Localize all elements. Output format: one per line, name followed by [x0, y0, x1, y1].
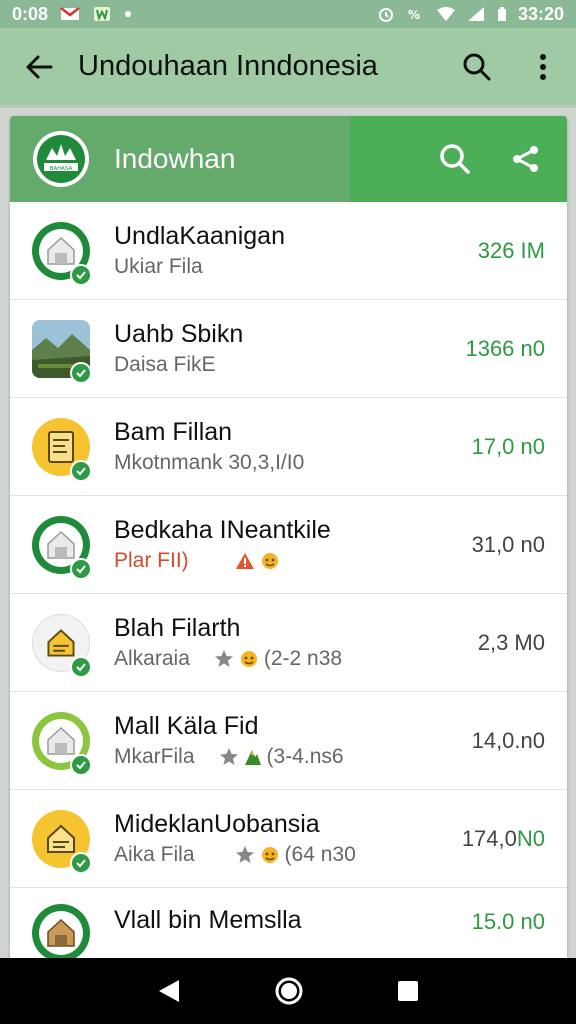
brand-logo: BAHASA — [33, 131, 89, 187]
verified-badge-icon — [70, 851, 92, 874]
item-thumbnail — [32, 515, 92, 580]
search-icon — [463, 53, 491, 80]
download-card: BAHASA Indowhan UndlaKaanigan Ukiar Fila… — [10, 116, 567, 976]
status-time-right: 33:20 — [517, 3, 564, 24]
list-item[interactable]: Bam Fillan Mkotnmank 30,3,I/I0 17,0 n0 — [10, 398, 567, 496]
gmail-icon — [60, 7, 80, 20]
nav-recents-icon[interactable] — [397, 980, 419, 1002]
signal-icon — [467, 7, 484, 21]
item-size: 2,3 M0 — [477, 630, 545, 655]
brand-logo-text: BAHASA — [50, 166, 73, 172]
item-subtitle: Aika Fila — [114, 842, 195, 866]
verified-badge-icon — [70, 459, 92, 482]
item-subtitle: MkarFila — [114, 744, 195, 768]
warning-icon — [235, 552, 254, 569]
brand-area: BAHASA Indowhan — [10, 116, 350, 202]
back-button[interactable] — [0, 27, 78, 107]
dot-icon — [125, 11, 132, 17]
item-size: 31,0 n0 — [471, 532, 545, 557]
card-toolbar — [350, 116, 567, 202]
item-subtitle: Mkotnmank 30,3,I/I0 — [114, 450, 305, 474]
card-search-icon[interactable] — [439, 143, 471, 175]
verified-badge-icon — [70, 655, 92, 678]
item-subtitle: Ukiar Fila — [114, 254, 203, 278]
list-item[interactable]: MideklanUobansia Aika Fila (64 n30 174,0… — [10, 790, 567, 888]
item-size: 17,0 n0 — [471, 434, 545, 459]
vibrate-icon: % — [408, 8, 420, 22]
item-meta: (64 n30 — [284, 842, 356, 866]
emoji-icon — [261, 552, 278, 569]
card-header: BAHASA Indowhan — [10, 116, 567, 202]
battery-icon — [497, 7, 506, 21]
list-item[interactable]: Mall Käla Fid MkarFila (3-4.ns6 14,0.n0 — [10, 692, 567, 790]
list-item[interactable]: Blah Filarth Alkaraia (2-2 n38 2,3 M0 — [10, 594, 567, 692]
download-list: UndlaKaanigan Ukiar Fila 326 IM Uahb Sbi… — [10, 202, 567, 976]
item-size: 1366 n0 — [465, 336, 545, 361]
item-subtitle: Plar FII) — [114, 548, 189, 572]
item-size: 174,0 N0 — [461, 826, 545, 851]
arrow-back-icon — [26, 55, 53, 78]
brand-name: Indowhan — [114, 143, 236, 174]
item-meta: (2-2 n38 — [263, 646, 343, 670]
list-item[interactable]: Uahb Sbikn Daisa FikE 1366 n0 — [10, 300, 567, 398]
search-button[interactable] — [444, 27, 510, 107]
more-vert-icon — [540, 53, 546, 80]
nav-home-icon[interactable] — [274, 976, 304, 1006]
item-thumbnail — [32, 221, 92, 286]
verified-badge-icon — [70, 557, 92, 580]
verified-badge-icon — [70, 753, 92, 776]
share-icon[interactable] — [511, 144, 541, 174]
emoji-icon — [261, 846, 278, 863]
mountain-icon — [244, 749, 261, 765]
app-notification-icon — [94, 7, 111, 21]
house-icon — [39, 911, 83, 955]
system-nav-bar — [0, 958, 576, 1024]
wifi-icon — [436, 7, 455, 21]
item-subtitle: Alkaraia — [114, 646, 190, 670]
star-icon — [235, 845, 254, 863]
status-bar: 0:08 % 33:20 — [0, 0, 576, 28]
item-thumbnail — [32, 319, 92, 384]
list-item[interactable]: UndlaKaanigan Ukiar Fila 326 IM — [10, 202, 567, 300]
item-thumbnail — [32, 711, 92, 776]
star-icon — [214, 649, 233, 667]
app-bar-title: Undouhaan Inndonesia — [78, 50, 378, 82]
star-icon — [219, 747, 238, 765]
svg-text:%: % — [408, 8, 420, 22]
list-item[interactable]: Bedkaha INeantkile Plar FII) 31,0 n0 — [10, 496, 567, 594]
item-size: 326 IM — [477, 238, 545, 263]
item-thumbnail — [32, 613, 92, 678]
item-meta: (3-4.ns6 — [266, 744, 344, 768]
app-bar: Undouhaan Inndonesia — [0, 28, 576, 108]
verified-badge-icon — [70, 263, 92, 286]
alarm-icon — [378, 8, 393, 22]
item-size: 14,0.n0 — [471, 728, 545, 753]
item-subtitle: Daisa FikE — [114, 352, 216, 376]
status-time-left: 0:08 — [12, 3, 49, 24]
item-thumbnail — [32, 417, 92, 482]
emoji-icon — [240, 650, 257, 667]
verified-badge-icon — [70, 361, 92, 384]
nav-back-icon[interactable] — [157, 978, 181, 1004]
item-size: 15.0 n0 — [471, 909, 545, 934]
item-thumbnail — [32, 904, 90, 962]
item-thumbnail — [32, 809, 92, 874]
overflow-menu-button[interactable] — [510, 27, 576, 107]
